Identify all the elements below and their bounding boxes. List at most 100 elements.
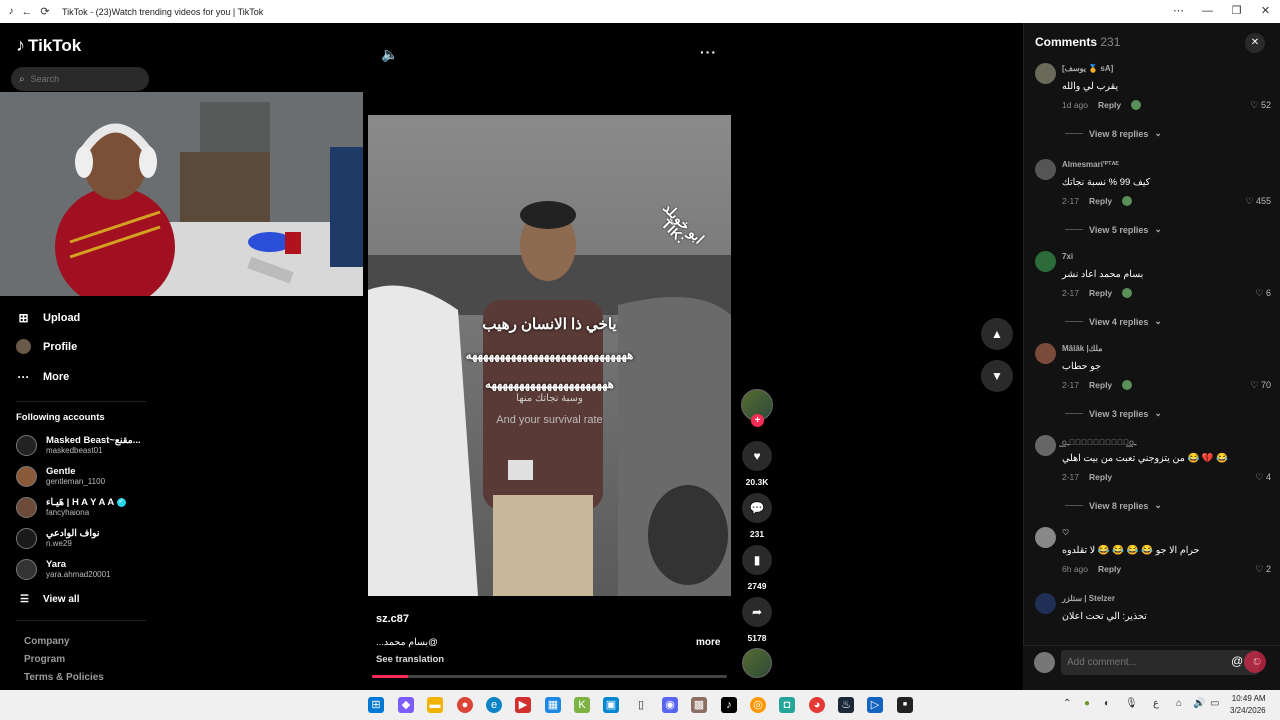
comment-input-box[interactable]: @ ☺ bbox=[1061, 650, 1263, 675]
tray-app-icon[interactable]: ● bbox=[1084, 698, 1090, 709]
browser-menu-button[interactable]: ⋯ bbox=[1164, 0, 1193, 23]
comment-user[interactable]: [يوسف 🏅 sA] bbox=[1062, 64, 1113, 73]
previous-video-button[interactable]: ▲ bbox=[981, 318, 1013, 350]
caption-more-button[interactable]: more bbox=[696, 637, 720, 648]
tiktok-icon[interactable]: ♪ bbox=[721, 697, 737, 713]
avatar[interactable] bbox=[1035, 435, 1056, 456]
comment-like[interactable]: ♡ 6 bbox=[1255, 288, 1271, 299]
comment-like[interactable]: ♡ 2 bbox=[1255, 564, 1271, 575]
like-action[interactable]: ♥ 20.3K bbox=[742, 441, 772, 487]
following-account[interactable]: هَيـاء | H A Y A A ✓ fancyhaiona bbox=[16, 497, 126, 518]
chevron-up-icon[interactable]: ⌃ bbox=[1063, 698, 1071, 709]
video-player[interactable]: ياخي ذا الانسان رهيب ههههههههههههههههههه… bbox=[368, 115, 731, 596]
comment-user[interactable]: Mâlâk |ملك bbox=[1062, 344, 1102, 353]
view-replies-button[interactable]: View 8 replies ⌄ bbox=[1065, 500, 1162, 511]
edge-icon[interactable]: e bbox=[486, 697, 502, 713]
copilot-icon[interactable]: ◆ bbox=[398, 697, 414, 713]
clock[interactable]: 10:49 AM 3/24/2026 bbox=[1230, 693, 1266, 717]
tray-app-icon[interactable]: ◐ bbox=[1104, 698, 1110, 709]
reply-button[interactable]: Reply bbox=[1089, 380, 1112, 390]
restore-button[interactable]: ❐ bbox=[1222, 0, 1251, 23]
app-icon[interactable]: K bbox=[574, 697, 590, 713]
comment-like[interactable]: ♡ 4 bbox=[1255, 472, 1271, 483]
language-indicator[interactable]: ع bbox=[1153, 698, 1159, 709]
following-account[interactable]: Gentle gentleman_1100 bbox=[16, 466, 105, 487]
share-action[interactable]: ➦ 5178 bbox=[742, 597, 772, 643]
footer-link-program[interactable]: Program bbox=[24, 654, 65, 665]
close-window-button[interactable]: ✕ bbox=[1251, 0, 1280, 23]
steam-icon[interactable]: ♨ bbox=[838, 697, 854, 713]
chrome-icon[interactable]: ● bbox=[457, 697, 473, 713]
tiktok-logo[interactable]: ♪ TikTok bbox=[16, 35, 81, 56]
nav-more[interactable]: ··· More bbox=[16, 369, 70, 384]
comment-user[interactable]: ستلزر | Stelzer bbox=[1062, 594, 1115, 603]
comment-like[interactable]: ♡ 52 bbox=[1250, 100, 1271, 111]
app-icon[interactable]: ▷ bbox=[867, 697, 883, 713]
comment-input[interactable] bbox=[1067, 657, 1187, 668]
comment-user[interactable]: 7xi bbox=[1062, 252, 1073, 261]
avatar[interactable] bbox=[1035, 527, 1056, 548]
comment-user[interactable]: Almesmari'ᴾᵀᴬᴱ bbox=[1062, 160, 1119, 169]
following-account[interactable]: Masked Beast~مقنع... maskedbeast01 bbox=[16, 435, 141, 456]
nav-profile[interactable]: Profile bbox=[16, 339, 77, 354]
avatar[interactable] bbox=[1035, 343, 1056, 364]
avatar[interactable] bbox=[1035, 251, 1056, 272]
share-icon[interactable]: ➦ bbox=[742, 597, 772, 627]
view-replies-button[interactable]: View 8 replies ⌄ bbox=[1065, 128, 1162, 139]
app-icon[interactable]: ■ bbox=[897, 697, 913, 713]
app-icon[interactable]: ◎ bbox=[750, 697, 766, 713]
next-video-button[interactable]: ▼ bbox=[981, 360, 1013, 392]
following-account[interactable]: Yara yara.ahmad20001 bbox=[16, 559, 111, 580]
reply-button[interactable]: Reply bbox=[1098, 100, 1121, 110]
view-all-link[interactable]: ☰ View all bbox=[20, 594, 79, 605]
volume-icon[interactable]: 🔊 bbox=[1193, 698, 1205, 709]
document-icon[interactable]: ▯ bbox=[633, 697, 649, 713]
comment-user[interactable]: ♡ bbox=[1062, 528, 1069, 537]
avatar[interactable] bbox=[1035, 593, 1056, 614]
video-author[interactable]: sz.c87 bbox=[376, 613, 409, 625]
save-action[interactable]: ▮ 2749 bbox=[742, 545, 772, 591]
comment-like[interactable]: ♡ 70 bbox=[1250, 380, 1271, 391]
app-icon[interactable]: ▶ bbox=[515, 697, 531, 713]
follow-plus-icon[interactable]: + bbox=[751, 414, 764, 427]
file-explorer-icon[interactable]: ▬ bbox=[427, 697, 443, 713]
app-icon[interactable]: ◕ bbox=[809, 697, 825, 713]
minimize-button[interactable]: — bbox=[1193, 0, 1222, 23]
comment-icon[interactable]: 💬 bbox=[742, 493, 772, 523]
avatar[interactable] bbox=[1035, 63, 1056, 84]
more-options-icon[interactable]: ··· bbox=[700, 44, 717, 60]
see-translation-link[interactable]: See translation bbox=[376, 654, 444, 665]
view-replies-button[interactable]: View 4 replies ⌄ bbox=[1065, 316, 1162, 327]
reply-button[interactable]: Reply bbox=[1089, 288, 1112, 298]
bookmark-icon[interactable]: ▮ bbox=[742, 545, 772, 575]
avatar[interactable] bbox=[1035, 159, 1056, 180]
sound-disc-avatar[interactable] bbox=[742, 648, 772, 678]
comment-like[interactable]: ♡ 455 bbox=[1245, 196, 1271, 207]
discord-icon[interactable]: ◉ bbox=[662, 697, 678, 713]
reply-button[interactable]: Reply bbox=[1089, 472, 1112, 482]
footer-link-company[interactable]: Company bbox=[24, 636, 70, 647]
app-icon[interactable]: ▩ bbox=[691, 697, 707, 713]
reply-button[interactable]: Reply bbox=[1098, 564, 1121, 574]
view-replies-button[interactable]: View 5 replies ⌄ bbox=[1065, 224, 1162, 235]
refresh-button[interactable]: ⟳ bbox=[36, 5, 54, 18]
volume-icon[interactable]: 🔈 bbox=[381, 46, 398, 63]
store-icon[interactable]: ▦ bbox=[545, 697, 561, 713]
search-bar[interactable]: ⌕ bbox=[11, 67, 149, 91]
back-button[interactable]: ← bbox=[18, 6, 36, 18]
heart-icon[interactable]: ♥ bbox=[742, 441, 772, 471]
footer-link-terms[interactable]: Terms & Policies bbox=[24, 672, 104, 683]
network-icon[interactable]: ⌂ bbox=[1176, 698, 1182, 709]
battery-icon[interactable]: ▭ bbox=[1210, 698, 1219, 709]
start-icon[interactable]: ⊞ bbox=[368, 697, 384, 713]
nav-upload[interactable]: ⊞ Upload bbox=[16, 310, 80, 325]
view-replies-button[interactable]: View 3 replies ⌄ bbox=[1065, 408, 1162, 419]
close-comments-button[interactable]: ✕ bbox=[1245, 33, 1265, 53]
app-icon[interactable]: ◘ bbox=[779, 697, 795, 713]
mention-icon[interactable]: @ bbox=[1231, 654, 1243, 668]
comment-user[interactable]: ـ꯭𝆺꯭𝅥𝙇꯭𝘼꯭𝙉꯭𝘿ـ꯭ bbox=[1062, 436, 1136, 448]
comment-action[interactable]: 💬 231 bbox=[742, 493, 772, 539]
reply-button[interactable]: Reply bbox=[1089, 196, 1112, 206]
video-progress-bar[interactable] bbox=[372, 675, 727, 678]
send-comment-button[interactable]: ↑ bbox=[1244, 651, 1266, 673]
